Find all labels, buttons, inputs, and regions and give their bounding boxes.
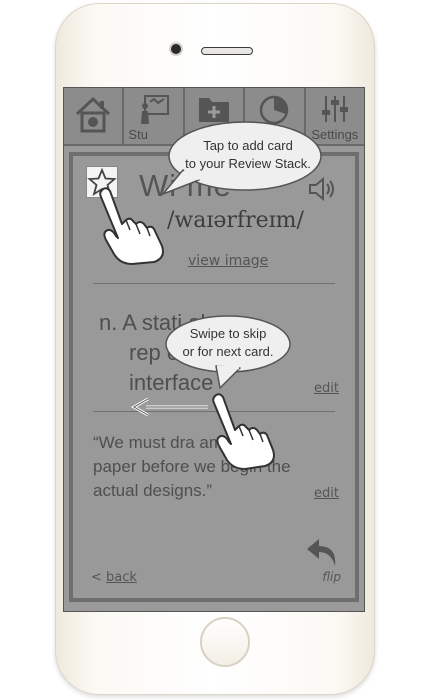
home-button[interactable]	[200, 617, 250, 667]
edit-example-link[interactable]: edit	[314, 486, 339, 501]
tip-add-card-line2: to your Review Stack.	[185, 156, 311, 171]
sliders-icon	[319, 94, 351, 128]
front-camera	[171, 44, 181, 54]
flip-label: flip	[322, 570, 341, 584]
swipe-hand-icon	[205, 390, 281, 476]
tip-add-card-line1: Tap to add card	[203, 138, 293, 153]
example-line: actual designs.”	[93, 481, 213, 500]
divider	[93, 283, 335, 284]
edit-definition-link[interactable]: edit	[314, 381, 339, 396]
card-pronunciation: /waɪərfreɪm/	[167, 208, 304, 233]
back-chevron: <	[91, 570, 102, 585]
tip-swipe-bubble: Swipe to skip or for next card.	[158, 312, 292, 390]
view-image-link[interactable]: view image	[188, 253, 268, 269]
tip-add-card-bubble: Tap to add card to your Review Stack.	[153, 118, 323, 200]
swipe-left-arrow-icon	[130, 397, 210, 421]
tab-home[interactable]	[64, 88, 125, 144]
back-link[interactable]: < back	[91, 570, 137, 585]
tip-swipe-line1: Swipe to skip	[189, 326, 267, 341]
home-icon	[73, 94, 113, 138]
tap-hand-icon	[92, 184, 172, 270]
flip-arrow-icon[interactable]	[305, 536, 339, 572]
earpiece-speaker	[201, 47, 253, 55]
back-label: back	[106, 570, 137, 585]
tip-swipe-line2: or for next card.	[182, 344, 274, 359]
